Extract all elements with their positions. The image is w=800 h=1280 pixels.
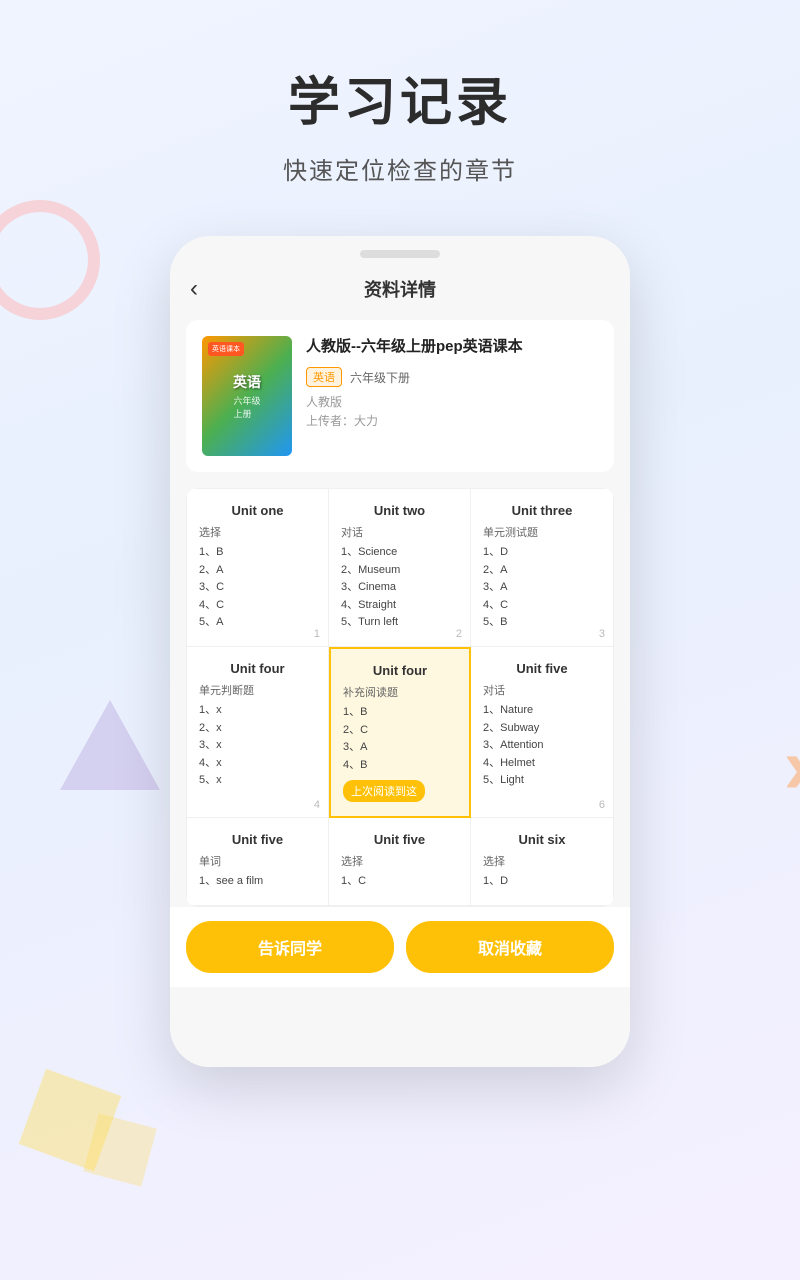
unit-item: 4、C xyxy=(199,597,316,615)
unit-item: 4、x xyxy=(199,755,316,773)
unit-cell-6[interactable]: Unit five 单词 1、see a film xyxy=(187,818,329,906)
unit-item: 5、x xyxy=(199,772,316,790)
unit-item: 3、A xyxy=(483,579,601,597)
unit-item: 4、Helmet xyxy=(483,755,601,773)
book-publisher: 人教版 xyxy=(306,393,598,410)
bg-decoration-circle xyxy=(0,200,100,320)
unit-item: 3、Attention xyxy=(483,737,601,755)
unit-item: 1、B xyxy=(199,544,316,562)
unit-number-badge: 4 xyxy=(314,799,320,811)
unit-item: 2、A xyxy=(483,562,601,580)
unit-cell-3[interactable]: Unit four 单元判断题 1、x2、x3、x4、x5、x 4 xyxy=(187,647,329,818)
unit-type: 选择 xyxy=(341,853,458,869)
unit-item: 3、C xyxy=(199,579,316,597)
book-tags: 英语 六年级下册 xyxy=(306,367,598,387)
unit-name: Unit three xyxy=(483,503,601,518)
bottom-buttons: 告诉同学 取消收藏 xyxy=(170,907,630,987)
book-name: 人教版--六年级上册pep英语课本 xyxy=(306,336,598,357)
unit-name: Unit five xyxy=(341,832,458,847)
unit-type: 单元判断题 xyxy=(199,682,316,698)
back-button[interactable]: ‹ xyxy=(190,275,198,303)
unit-name: Unit four xyxy=(199,661,316,676)
unit-item: 2、C xyxy=(343,722,457,740)
phone-notch xyxy=(360,250,440,258)
unit-item: 4、C xyxy=(483,597,601,615)
unit-name: Unit two xyxy=(341,503,458,518)
unit-item: 1、B xyxy=(343,704,457,722)
unit-type: 选择 xyxy=(483,853,601,869)
book-card: 英语课本 英语 六年级上册 人教版--六年级上册pep英语课本 英语 六年级下册… xyxy=(186,320,614,472)
unit-item: 4、Straight xyxy=(341,597,458,615)
unit-type: 单元测试题 xyxy=(483,524,601,540)
phone-mockup: ‹ 资料详情 英语课本 英语 六年级上册 人教版--六年级上册pep英语课本 英… xyxy=(170,236,630,1067)
book-info: 人教版--六年级上册pep英语课本 英语 六年级下册 人教版 上传者：大力 xyxy=(306,336,598,429)
unit-item: 1、Nature xyxy=(483,702,601,720)
unit-number-badge: 1 xyxy=(314,628,320,640)
unit-item: 5、A xyxy=(199,614,316,632)
unit-item: 5、Turn left xyxy=(341,614,458,632)
unit-item: 2、A xyxy=(199,562,316,580)
header-bar: ‹ 资料详情 xyxy=(170,258,630,320)
unit-cell-5[interactable]: Unit five 对话 1、Nature2、Subway3、Attention4、… xyxy=(471,647,613,818)
unit-name: Unit five xyxy=(483,661,601,676)
unit-item: 1、C xyxy=(341,873,458,891)
unit-item: 1、D xyxy=(483,544,601,562)
bg-decoration-arrow: › xyxy=(783,720,800,812)
tag-grade: 六年级下册 xyxy=(350,369,410,386)
unit-item: 2、Museum xyxy=(341,562,458,580)
header-title: 资料详情 xyxy=(364,276,436,302)
unit-item: 5、B xyxy=(483,614,601,632)
units-container: Unit one选择1、B2、A3、C4、C5、A1Unit two对话1、Sc… xyxy=(186,488,614,907)
unit-type: 选择 xyxy=(199,524,316,540)
units-grid: Unit one选择1、B2、A3、C4、C5、A1Unit two对话1、Sc… xyxy=(186,488,614,907)
unit-cell-0[interactable]: Unit one 选择 1、B2、A3、C4、C5、A1 xyxy=(187,489,329,647)
unit-name: Unit six xyxy=(483,832,601,847)
unit-item: 1、Science xyxy=(341,544,458,562)
book-cover: 英语课本 英语 六年级上册 xyxy=(202,336,292,456)
unit-number-badge: 6 xyxy=(599,799,605,811)
unit-item: 3、A xyxy=(343,739,457,757)
unit-name: Unit one xyxy=(199,503,316,518)
unit-number-badge: 2 xyxy=(456,628,462,640)
bg-decoration-triangle xyxy=(60,700,160,790)
unit-type: 对话 xyxy=(341,524,458,540)
tell-classmates-button[interactable]: 告诉同学 xyxy=(186,921,394,973)
page-subtitle: 快速定位检查的章节 xyxy=(20,151,780,186)
book-cover-title: 英语 xyxy=(233,372,261,392)
uncollect-button[interactable]: 取消收藏 xyxy=(406,921,614,973)
unit-number-badge: 3 xyxy=(599,628,605,640)
unit-item: 1、see a film xyxy=(199,873,316,891)
unit-item: 1、x xyxy=(199,702,316,720)
unit-type: 补充阅读题 xyxy=(343,684,457,700)
unit-name: Unit four xyxy=(343,663,457,678)
book-cover-sub: 六年级上册 xyxy=(233,394,260,420)
last-read-badge: 上次阅读到这 xyxy=(343,780,425,802)
unit-name: Unit five xyxy=(199,832,316,847)
unit-item: 2、x xyxy=(199,720,316,738)
top-section: 学习记录 快速定位检查的章节 xyxy=(0,0,800,216)
unit-item: 2、Subway xyxy=(483,720,601,738)
tag-subject: 英语 xyxy=(306,367,342,387)
unit-cell-1[interactable]: Unit two 对话 1、Science2、Museum3、Cinema4、Str… xyxy=(329,489,471,647)
unit-type: 对话 xyxy=(483,682,601,698)
unit-item: 4、B xyxy=(343,757,457,775)
unit-type: 单词 xyxy=(199,853,316,869)
unit-cell-4[interactable]: Unit four 补充阅读题 1、B2、C3、A4、B 上次阅读到这 xyxy=(329,647,471,818)
unit-item: 1、D xyxy=(483,873,601,891)
unit-item: 5、Light xyxy=(483,772,601,790)
book-cover-badge: 英语课本 xyxy=(208,342,244,356)
book-uploader: 上传者：大力 xyxy=(306,412,598,429)
unit-item: 3、x xyxy=(199,737,316,755)
unit-cell-2[interactable]: Unit three 单元测试题 1、D2、A3、A4、C5、B3 xyxy=(471,489,613,647)
phone-inner: ‹ 资料详情 英语课本 英语 六年级上册 人教版--六年级上册pep英语课本 英… xyxy=(170,258,630,1067)
unit-cell-8[interactable]: Unit six 选择 1、D xyxy=(471,818,613,906)
unit-cell-7[interactable]: Unit five 选择 1、C xyxy=(329,818,471,906)
unit-item: 3、Cinema xyxy=(341,579,458,597)
page-title: 学习记录 xyxy=(20,60,780,135)
